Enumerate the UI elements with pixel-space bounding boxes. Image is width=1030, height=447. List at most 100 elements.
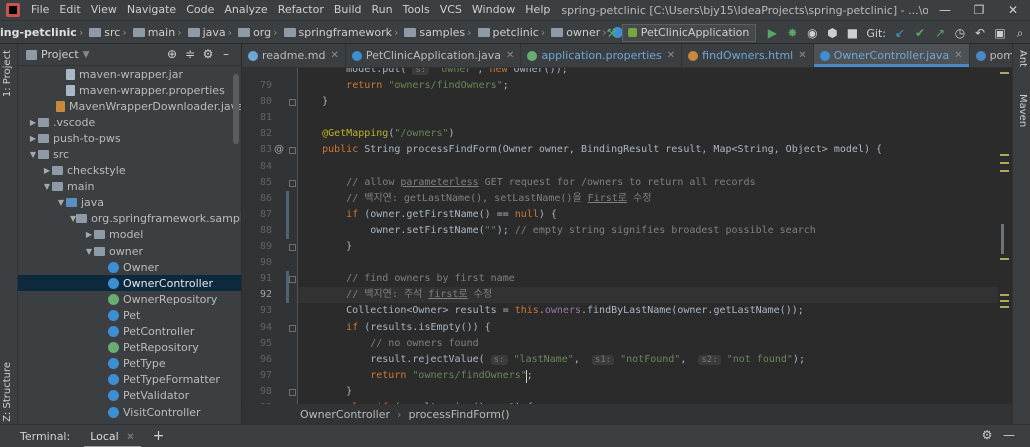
- code-line[interactable]: if (owner.getFirstName() == null) {: [298, 207, 998, 223]
- build-hammer-icon[interactable]: ⚒: [603, 24, 621, 42]
- close-icon[interactable]: ✕: [126, 432, 134, 443]
- structure-tool-tab[interactable]: Z: Structure: [2, 362, 13, 422]
- editor-tab[interactable]: OwnerController.java ✕: [813, 44, 970, 67]
- chevron-down-icon[interactable]: ▼: [83, 50, 90, 60]
- chevron-down-icon[interactable]: ▼: [84, 247, 94, 256]
- breadcrumb-class[interactable]: OwnerController: [300, 408, 390, 421]
- tree-item[interactable]: MavenWrapperDownloader.java: [18, 98, 241, 114]
- tree-item[interactable]: ▼ main: [18, 179, 241, 195]
- fold-marker-icon[interactable]: [289, 324, 296, 332]
- nav-crumb-org[interactable]: › org: [226, 26, 271, 39]
- menu-edit[interactable]: Edit: [54, 0, 85, 20]
- tree-item[interactable]: PetController: [18, 324, 241, 340]
- code-line[interactable]: return "owners/findOwners";: [298, 78, 998, 94]
- fold-marker-icon[interactable]: [289, 276, 296, 284]
- error-stripe-mark[interactable]: [1000, 162, 1009, 164]
- close-icon[interactable]: ✕: [330, 50, 338, 61]
- run-configuration-select[interactable]: PetClinicApplication: [621, 24, 757, 42]
- minimize-button[interactable]: —: [928, 3, 962, 17]
- chevron-down-icon[interactable]: ▼: [42, 182, 52, 191]
- history-icon[interactable]: ◷: [951, 24, 969, 42]
- close-icon[interactable]: ✕: [954, 50, 962, 61]
- tree-item[interactable]: ▶ model: [18, 227, 241, 243]
- menu-navigate[interactable]: Navigate: [122, 0, 181, 20]
- tree-item[interactable]: ▼org.springframework.samples.p: [18, 211, 241, 227]
- code-line[interactable]: model.put( s: "owner", new Owner());: [298, 68, 998, 78]
- fold-marker-icon[interactable]: [289, 147, 296, 155]
- tree-item[interactable]: VisitController: [18, 404, 241, 420]
- tree-item[interactable]: ▼ owner: [18, 243, 241, 259]
- code-line[interactable]: // 백지연: getLastName(), setLastName()을 Fi…: [298, 191, 998, 207]
- maven-tool-tab[interactable]: Maven: [1017, 94, 1028, 127]
- close-icon[interactable]: ✕: [798, 50, 806, 61]
- maximize-button[interactable]: ❐: [962, 3, 996, 17]
- tree-item[interactable]: maven-wrapper.properties: [18, 82, 241, 98]
- error-stripe-mark[interactable]: [1000, 258, 1009, 260]
- code-line[interactable]: public String processFindForm(Owner owne…: [298, 142, 998, 158]
- tree-item[interactable]: PetValidator: [18, 388, 241, 404]
- nav-crumb-owner[interactable]: › owner: [539, 26, 600, 39]
- error-stripe-mark[interactable]: [1000, 294, 1009, 296]
- stop-icon[interactable]: ■: [843, 24, 861, 42]
- code-line[interactable]: }: [298, 384, 998, 400]
- chevron-right-icon[interactable]: ▶: [28, 134, 38, 143]
- scroll-thumb[interactable]: [1001, 224, 1004, 254]
- menu-window[interactable]: Window: [467, 0, 520, 20]
- menu-code[interactable]: Code: [181, 0, 219, 20]
- menu-tools[interactable]: Tools: [398, 0, 435, 20]
- nav-crumb-main[interactable]: › main: [120, 26, 175, 39]
- git-update-icon[interactable]: ↙: [891, 24, 909, 42]
- code-line[interactable]: owner.setFirstName(""); // empty string …: [298, 223, 998, 239]
- menu-analyze[interactable]: Analyze: [219, 0, 272, 20]
- code-line[interactable]: Collection<Owner> results = this.owners.…: [298, 303, 998, 319]
- nav-crumb-project[interactable]: ing-petclinic: [0, 26, 77, 39]
- git-commit-icon[interactable]: ✔: [911, 24, 929, 42]
- error-stripe-mark[interactable]: [1000, 72, 1009, 74]
- code-line[interactable]: }: [298, 239, 998, 255]
- tree-item[interactable]: Pet: [18, 307, 241, 323]
- vcs-change-marker[interactable]: [286, 190, 289, 239]
- code-line[interactable]: [298, 159, 998, 175]
- editor-tab[interactable]: readme.md ✕: [242, 44, 346, 67]
- chevron-right-icon[interactable]: ▶: [84, 230, 94, 239]
- nav-crumb-springframework[interactable]: › springframework: [271, 26, 392, 39]
- project-tool-tab[interactable]: 1: Project: [2, 50, 13, 97]
- vcs-change-marker[interactable]: [286, 271, 289, 304]
- tree-item[interactable]: ▼ src: [18, 146, 241, 162]
- ant-tool-tab[interactable]: Ant: [1017, 50, 1028, 67]
- tree-item[interactable]: PetType: [18, 356, 241, 372]
- project-view-select[interactable]: Project: [41, 48, 79, 61]
- code-line[interactable]: if (results.isEmpty()) {: [298, 320, 998, 336]
- nav-crumb-petclinic[interactable]: › petclinic: [465, 26, 539, 39]
- chevron-right-icon[interactable]: ▶: [42, 166, 52, 175]
- coverage-icon[interactable]: ◉: [803, 24, 821, 42]
- close-icon[interactable]: ✕: [667, 50, 675, 61]
- breadcrumb-method[interactable]: processFindForm(): [408, 408, 509, 421]
- menu-view[interactable]: View: [86, 0, 122, 20]
- tree-item[interactable]: PetTypeFormatter: [18, 372, 241, 388]
- tree-item[interactable]: ▶ checkstyle: [18, 163, 241, 179]
- code-line[interactable]: return "owners/findOwners";: [298, 368, 998, 384]
- nav-crumb-java[interactable]: › java: [175, 26, 225, 39]
- fold-marker-icon[interactable]: [289, 244, 296, 251]
- rollback-icon[interactable]: ↶: [971, 24, 989, 42]
- menu-build[interactable]: Build: [329, 0, 367, 20]
- code-line[interactable]: // find owners by first name: [298, 271, 998, 287]
- close-window-button[interactable]: ✕: [996, 3, 1030, 17]
- editor-tab[interactable]: pom.xml✕: [970, 44, 1012, 67]
- profile-icon[interactable]: ⬢: [823, 24, 841, 42]
- debug-icon[interactable]: ✹: [783, 24, 801, 42]
- menu-vcs[interactable]: VCS: [435, 0, 467, 20]
- project-structure-icon[interactable]: ▣: [991, 24, 1009, 42]
- code-line[interactable]: @GetMapping("/owners"): [298, 126, 998, 142]
- code-line[interactable]: // 백지연: 주석 first로 수정: [298, 287, 998, 304]
- tree-item[interactable]: ▶ push-to-pws: [18, 130, 241, 146]
- project-scrollbar[interactable]: [233, 74, 239, 144]
- fold-marker-icon[interactable]: [289, 179, 296, 187]
- code-line[interactable]: [298, 255, 998, 271]
- git-push-icon[interactable]: ↗: [931, 24, 949, 42]
- hide-panel-icon[interactable]: –: [217, 47, 235, 61]
- terminal-tab-local[interactable]: Local ✕: [84, 425, 141, 447]
- editor-tab[interactable]: PetClinicApplication.java ✕: [346, 44, 522, 67]
- chevron-down-icon[interactable]: ▼: [28, 150, 38, 159]
